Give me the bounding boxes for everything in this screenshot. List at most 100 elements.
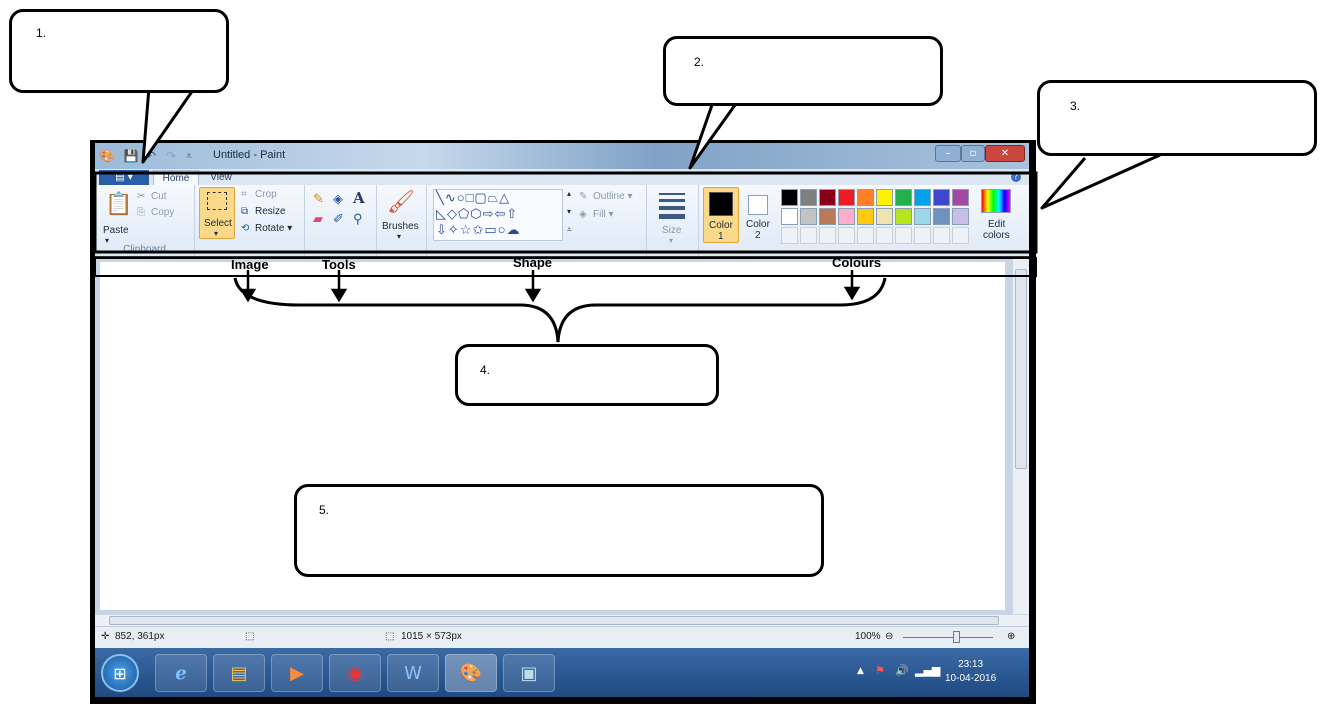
custom-color-slot[interactable] bbox=[895, 227, 912, 244]
outline-icon[interactable]: ✎ bbox=[579, 191, 587, 202]
minimize-button[interactable]: – bbox=[935, 145, 961, 162]
custom-color-slot[interactable] bbox=[933, 227, 950, 244]
custom-color-slot[interactable] bbox=[914, 227, 931, 244]
tab-view[interactable]: View bbox=[201, 170, 241, 185]
volume-icon[interactable]: 🔊 bbox=[895, 664, 909, 677]
paste-icon[interactable]: 📋 bbox=[105, 191, 132, 217]
shapes-scroll-up-icon[interactable]: ▴ bbox=[567, 189, 571, 198]
brushes-button[interactable]: Brushes bbox=[382, 221, 419, 232]
edit-colors-icon[interactable] bbox=[981, 189, 1011, 213]
color-swatch[interactable] bbox=[838, 208, 855, 225]
redo-icon[interactable]: ↷ bbox=[163, 148, 179, 164]
color-swatch[interactable] bbox=[952, 189, 969, 206]
color-swatch[interactable] bbox=[857, 189, 874, 206]
copy-button[interactable]: Copy bbox=[151, 207, 174, 218]
color-picker-icon[interactable]: ✐ bbox=[333, 211, 344, 227]
copy-icon[interactable]: ⎘ bbox=[137, 207, 145, 218]
zoom-slider-thumb[interactable] bbox=[953, 631, 960, 643]
tray-clock[interactable]: 23:13 10-04-2016 bbox=[945, 658, 996, 686]
size-icon[interactable] bbox=[659, 193, 685, 219]
size-dropdown-icon[interactable]: ▾ bbox=[669, 236, 673, 245]
color-swatch[interactable] bbox=[800, 208, 817, 225]
brushes-icon[interactable]: 🖌 bbox=[387, 189, 415, 215]
horizontal-scroll-thumb[interactable] bbox=[109, 616, 999, 625]
vertical-scrollbar[interactable] bbox=[1012, 257, 1029, 614]
fill-button[interactable]: Fill ▾ bbox=[593, 209, 614, 220]
magnifier-icon[interactable]: ⚲ bbox=[353, 211, 363, 227]
shapes-row-1[interactable]: ╲∿○□▢⏢△ bbox=[436, 190, 510, 206]
custom-color-slot[interactable] bbox=[876, 227, 893, 244]
color-swatch[interactable] bbox=[781, 208, 798, 225]
save-icon[interactable]: 💾 bbox=[123, 148, 139, 164]
paint-app-icon[interactable]: 🎨 bbox=[99, 148, 115, 164]
select-button[interactable]: Select ▾ bbox=[199, 187, 235, 239]
rotate-button[interactable]: Rotate ▾ bbox=[255, 223, 292, 234]
shapes-gallery[interactable]: ╲∿○□▢⏢△ ◺◇⬠⬡⇨⇦⇧ ⇩✧☆✩▭○☁ bbox=[433, 189, 563, 241]
color-swatch[interactable] bbox=[838, 189, 855, 206]
paste-button[interactable]: Paste bbox=[103, 225, 129, 236]
fill-bucket-icon[interactable]: ◈ bbox=[333, 191, 343, 207]
color-swatch[interactable] bbox=[895, 208, 912, 225]
color-swatch[interactable] bbox=[819, 189, 836, 206]
color2-button[interactable]: Color 2 bbox=[743, 187, 777, 243]
color-swatch[interactable] bbox=[933, 189, 950, 206]
brushes-dropdown-icon[interactable]: ▾ bbox=[397, 232, 401, 241]
color1-button[interactable]: Color 1 bbox=[703, 187, 739, 243]
color-swatch[interactable] bbox=[914, 189, 931, 206]
chrome-icon[interactable]: ◉ bbox=[329, 654, 381, 692]
resize-button[interactable]: Resize bbox=[255, 206, 286, 217]
crop-button[interactable]: Crop bbox=[255, 189, 277, 200]
word-icon[interactable]: W bbox=[387, 654, 439, 692]
tray-expand-icon[interactable]: ▲ bbox=[857, 666, 864, 676]
paint-taskbar-icon[interactable]: 🎨 bbox=[445, 654, 497, 692]
picture-viewer-icon[interactable]: ▣ bbox=[503, 654, 555, 692]
start-button[interactable]: ⊞ bbox=[101, 654, 139, 692]
zoom-slider[interactable] bbox=[903, 637, 993, 638]
horizontal-scrollbar[interactable] bbox=[95, 614, 1029, 626]
tab-home[interactable]: Home bbox=[153, 170, 199, 185]
color-swatch[interactable] bbox=[933, 208, 950, 225]
custom-color-slot[interactable] bbox=[819, 227, 836, 244]
edit-colors-button-line2[interactable]: colors bbox=[983, 230, 1010, 241]
vertical-scroll-thumb[interactable] bbox=[1015, 269, 1027, 469]
resize-icon[interactable]: ⧉ bbox=[241, 206, 248, 217]
color-swatch[interactable] bbox=[895, 189, 912, 206]
customize-quick-access-icon[interactable]: ⩡ bbox=[183, 148, 195, 164]
custom-color-slot[interactable] bbox=[800, 227, 817, 244]
color-swatch[interactable] bbox=[876, 189, 893, 206]
fill-icon[interactable]: ◈ bbox=[579, 209, 587, 220]
color-swatch[interactable] bbox=[819, 208, 836, 225]
color-swatch[interactable] bbox=[952, 208, 969, 225]
eraser-icon[interactable]: ▰ bbox=[313, 211, 323, 227]
file-explorer-icon[interactable]: ▤ bbox=[213, 654, 265, 692]
action-center-icon[interactable]: ⚑ bbox=[875, 664, 885, 677]
paint-menu-button[interactable]: ▤ ▾ bbox=[99, 170, 149, 185]
close-button[interactable]: ✕ bbox=[985, 145, 1025, 162]
zoom-in-icon[interactable]: ⊕ bbox=[1007, 631, 1015, 642]
zoom-out-icon[interactable]: ⊖ bbox=[885, 631, 893, 642]
color-swatch[interactable] bbox=[914, 208, 931, 225]
text-tool-icon[interactable]: A bbox=[353, 189, 365, 207]
network-icon[interactable]: ▂▄▆ bbox=[915, 664, 940, 677]
rotate-icon[interactable]: ⟲ bbox=[241, 223, 249, 234]
internet-explorer-icon[interactable]: ℯ bbox=[155, 654, 207, 692]
custom-color-slot[interactable] bbox=[857, 227, 874, 244]
undo-icon[interactable]: ↶ bbox=[143, 148, 159, 164]
custom-color-slot[interactable] bbox=[781, 227, 798, 244]
help-icon[interactable]: ? bbox=[1011, 172, 1021, 182]
crop-icon[interactable]: ⌗ bbox=[241, 189, 247, 200]
cut-icon[interactable]: ✂ bbox=[137, 191, 145, 202]
shapes-scroll-down-icon[interactable]: ▾ bbox=[567, 207, 571, 216]
color-swatch[interactable] bbox=[857, 208, 874, 225]
color-swatch[interactable] bbox=[800, 189, 817, 206]
edit-colors-button[interactable]: Edit bbox=[988, 219, 1005, 230]
shapes-expand-icon[interactable]: ⩡ bbox=[567, 225, 572, 235]
color-swatch[interactable] bbox=[876, 208, 893, 225]
pencil-icon[interactable]: ✎ bbox=[313, 191, 324, 207]
shapes-row-2[interactable]: ◺◇⬠⬡⇨⇦⇧ bbox=[436, 206, 518, 222]
size-button[interactable]: Size bbox=[662, 225, 681, 236]
media-player-icon[interactable]: ▶ bbox=[271, 654, 323, 692]
custom-color-slot[interactable] bbox=[952, 227, 969, 244]
custom-color-slot[interactable] bbox=[838, 227, 855, 244]
maximize-button[interactable]: ▫ bbox=[961, 145, 985, 162]
